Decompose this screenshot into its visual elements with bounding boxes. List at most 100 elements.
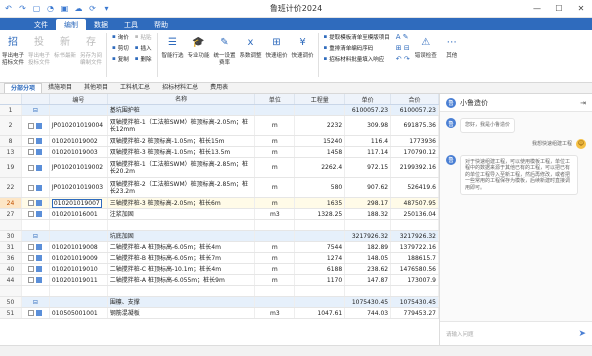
row-name[interactable]: 钢筋混凝板 — [108, 308, 256, 318]
table-row[interactable]: 30 ⊟ 坑底加固 3217926.32 3217926.32 — [0, 231, 439, 242]
row-qty[interactable] — [295, 286, 346, 296]
collapse-toggle-icon[interactable]: ⊟ — [33, 299, 38, 306]
menu-item-3[interactable]: 工具 — [116, 19, 146, 30]
ribbon-small2-item-1[interactable]: ▪ 插入 — [135, 44, 152, 52]
row-name[interactable]: 二轴搅拌桩-A 桩顶标高-6.055m；桩长9m — [108, 275, 256, 285]
col-price[interactable]: 单价 — [345, 94, 392, 104]
row-qty[interactable]: 7544 — [295, 242, 346, 252]
row-name[interactable] — [108, 220, 256, 230]
row-qty[interactable]: 1635 — [295, 198, 346, 208]
row-name[interactable] — [108, 286, 256, 296]
row-code[interactable]: 010201019002 — [50, 136, 108, 146]
row-checkbox-icon[interactable] — [28, 266, 35, 272]
row-qty[interactable]: 1274 — [295, 253, 346, 263]
dropdown-icon[interactable]: ▾ — [102, 4, 111, 13]
col-unit[interactable]: 单位 — [255, 94, 296, 104]
row-name[interactable]: 围檩、支撑 — [108, 297, 256, 307]
row-name[interactable]: 双轴搅拌桩-1（工法桩SWM）桩顶标高-2.85m；桩长20.2m — [108, 158, 256, 177]
undo-icon[interactable]: ↶ — [4, 4, 13, 13]
menu-item-0[interactable]: 文件 — [26, 19, 56, 30]
row-qty[interactable] — [295, 105, 346, 115]
open-file-icon[interactable]: ◔ — [46, 4, 55, 13]
row-checkbox-icon[interactable] — [28, 164, 35, 171]
table-row[interactable]: 19 JP010201019002 双轴搅拌桩-1（工法桩SWM）桩顶标高-2.85… — [0, 158, 439, 178]
table-row[interactable]: 22 JP010201019003 双轴搅拌桩-2（工法桩SWM）桩顶标高-2.85… — [0, 178, 439, 198]
row-code[interactable]: JP010201019003 — [50, 178, 108, 197]
row-qty[interactable]: 1458 — [295, 147, 346, 157]
menu-item-2[interactable]: 数据 — [86, 19, 116, 30]
table-row[interactable]: 2 JP010201019004 双轴搅拌桩-1（工法桩SWM）桩顶标高-2.05m… — [0, 116, 439, 136]
menu-item-4[interactable]: 帮助 — [146, 19, 176, 30]
row-checkbox-icon[interactable] — [28, 277, 35, 283]
ribbon-button-buttons1-1[interactable]: 投导出电子投标文件 — [26, 33, 52, 67]
row-code-text[interactable]: 010201019007 — [51, 198, 102, 208]
row-qty[interactable]: 15240 — [295, 136, 346, 146]
row-qty[interactable]: 1328.25 — [295, 209, 346, 219]
tab-4[interactable]: 招标材料汇总 — [156, 83, 204, 93]
ribbon-button-buttons2-0[interactable]: ☰ 智能行选 — [160, 33, 186, 60]
minimize-icon[interactable]: — — [526, 4, 548, 13]
format-tool-2-icon[interactable]: ↶ ↷ — [396, 55, 410, 63]
row-checkbox-icon[interactable] — [28, 149, 35, 155]
row-code[interactable] — [50, 105, 108, 115]
row-qty[interactable] — [295, 220, 346, 230]
row-code[interactable]: 010201016001 — [50, 209, 108, 219]
row-code[interactable]: 010201019003 — [50, 147, 108, 157]
row-code[interactable] — [50, 297, 108, 307]
row-name[interactable]: 二轴搅拌桩-A 桩顶标高-6.05m；桩长4m — [108, 242, 256, 252]
row-code[interactable] — [50, 286, 108, 296]
row-qty[interactable] — [295, 297, 346, 307]
row-name[interactable]: 注浆加固 — [108, 209, 256, 219]
table-row[interactable]: 27 010201016001 注浆加固 m3 1328.25 188.32 250136.… — [0, 209, 439, 220]
ribbon-small3-item-2[interactable]: ▪ 招标材料批量填入响应 — [324, 55, 390, 63]
row-name[interactable]: 双轴搅拌桩-2（工法桩SWM）桩顶标高-2.85m；桩长23.2m — [108, 178, 256, 197]
ribbon-small2-item-2[interactable]: ▪ 删除 — [135, 55, 152, 63]
row-qty[interactable]: 580 — [295, 178, 346, 197]
row-qty[interactable]: 2232 — [295, 116, 346, 135]
row-code[interactable]: JP010201019002 — [50, 158, 108, 177]
row-qty[interactable]: 1047.61 — [295, 308, 346, 318]
ribbon-button-buttons2-3[interactable]: x 系数调整 — [238, 33, 264, 60]
row-checkbox-icon[interactable] — [28, 200, 35, 206]
row-checkbox-icon[interactable] — [28, 211, 35, 217]
table-row[interactable]: 1 ⊟ 基坑围护桩 6100057.23 6100057.23 — [0, 105, 439, 116]
collapse-panel-icon[interactable]: ⇥ — [580, 99, 586, 107]
row-checkbox-icon[interactable] — [28, 310, 35, 316]
table-row[interactable]: 31 010201019008 二轴搅拌桩-A 桩顶标高-6.05m；桩长4m m 75… — [0, 242, 439, 253]
ribbon-button-buttons3-1[interactable]: ⋯ 其他 — [439, 33, 465, 60]
row-code[interactable]: 010201019008 — [50, 242, 108, 252]
ribbon-button-buttons2-1[interactable]: 🎓 专业功能 — [186, 33, 212, 60]
table-row[interactable]: 8 010201019002 双轴搅拌桩-2 桩顶标高-1.05m；桩长15m m 15… — [0, 136, 439, 147]
ribbon-button-buttons2-5[interactable]: ¥ 快速调价 — [290, 33, 316, 60]
col-name[interactable]: 名称 — [108, 94, 256, 104]
table-row[interactable]: 36 010201019009 二轴搅拌桩-B 桩顶标高-6.05m；桩长7m m 12… — [0, 253, 439, 264]
ribbon-button-buttons1-0[interactable]: 招导出电子招标文件 — [0, 33, 26, 67]
table-row[interactable]: 50 ⊟ 围檩、支撑 1075430.45 1075430.45 — [0, 297, 439, 308]
ribbon-button-buttons1-2[interactable]: 新标书最新 — [52, 33, 78, 60]
row-name[interactable]: 三轴搅拌桩-3 桩顶标高-2.05m；桩长6m — [108, 198, 256, 208]
row-code[interactable]: 010201019007 — [50, 198, 108, 208]
tab-5[interactable]: 费用表 — [204, 83, 234, 93]
maximize-icon[interactable]: ☐ — [548, 4, 570, 13]
chat-input-placeholder[interactable]: 请输入问题 — [446, 330, 474, 338]
col-total[interactable]: 合价 — [391, 94, 439, 104]
row-code[interactable]: 010201019010 — [50, 264, 108, 274]
row-qty[interactable]: 1170 — [295, 275, 346, 285]
table-row[interactable]: 24 010201019007 三轴搅拌桩-3 桩顶标高-2.05m；桩长6m m 16… — [0, 198, 439, 209]
row-code[interactable]: 010201019009 — [50, 253, 108, 263]
row-code[interactable]: 010505001001 — [50, 308, 108, 318]
row-code[interactable] — [50, 220, 108, 230]
table-row[interactable]: 13 010201019003 双轴搅拌桩-3 桩顶标高-1.05m；桩长13.5m… — [0, 147, 439, 158]
row-qty[interactable]: 2262.4 — [295, 158, 346, 177]
ribbon-small1-item-0[interactable]: ▪ 询价 — [112, 33, 129, 41]
menu-item-1[interactable]: 编制 — [56, 19, 86, 30]
redo-icon[interactable]: ↷ — [18, 4, 27, 13]
row-qty[interactable] — [295, 231, 346, 241]
ribbon-button-buttons3-0[interactable]: ⚠ 错误检查 — [413, 33, 439, 60]
ribbon-button-buttons2-2[interactable]: ✎ 统一设置费率 — [212, 33, 238, 67]
new-file-icon[interactable]: ▢ — [32, 4, 41, 13]
tab-1[interactable]: 措施项目 — [42, 83, 78, 93]
row-checkbox-icon[interactable] — [28, 122, 35, 129]
save-icon[interactable]: ▣ — [60, 4, 69, 13]
ribbon-small1-item-2[interactable]: ▪ 复制 — [112, 55, 129, 63]
